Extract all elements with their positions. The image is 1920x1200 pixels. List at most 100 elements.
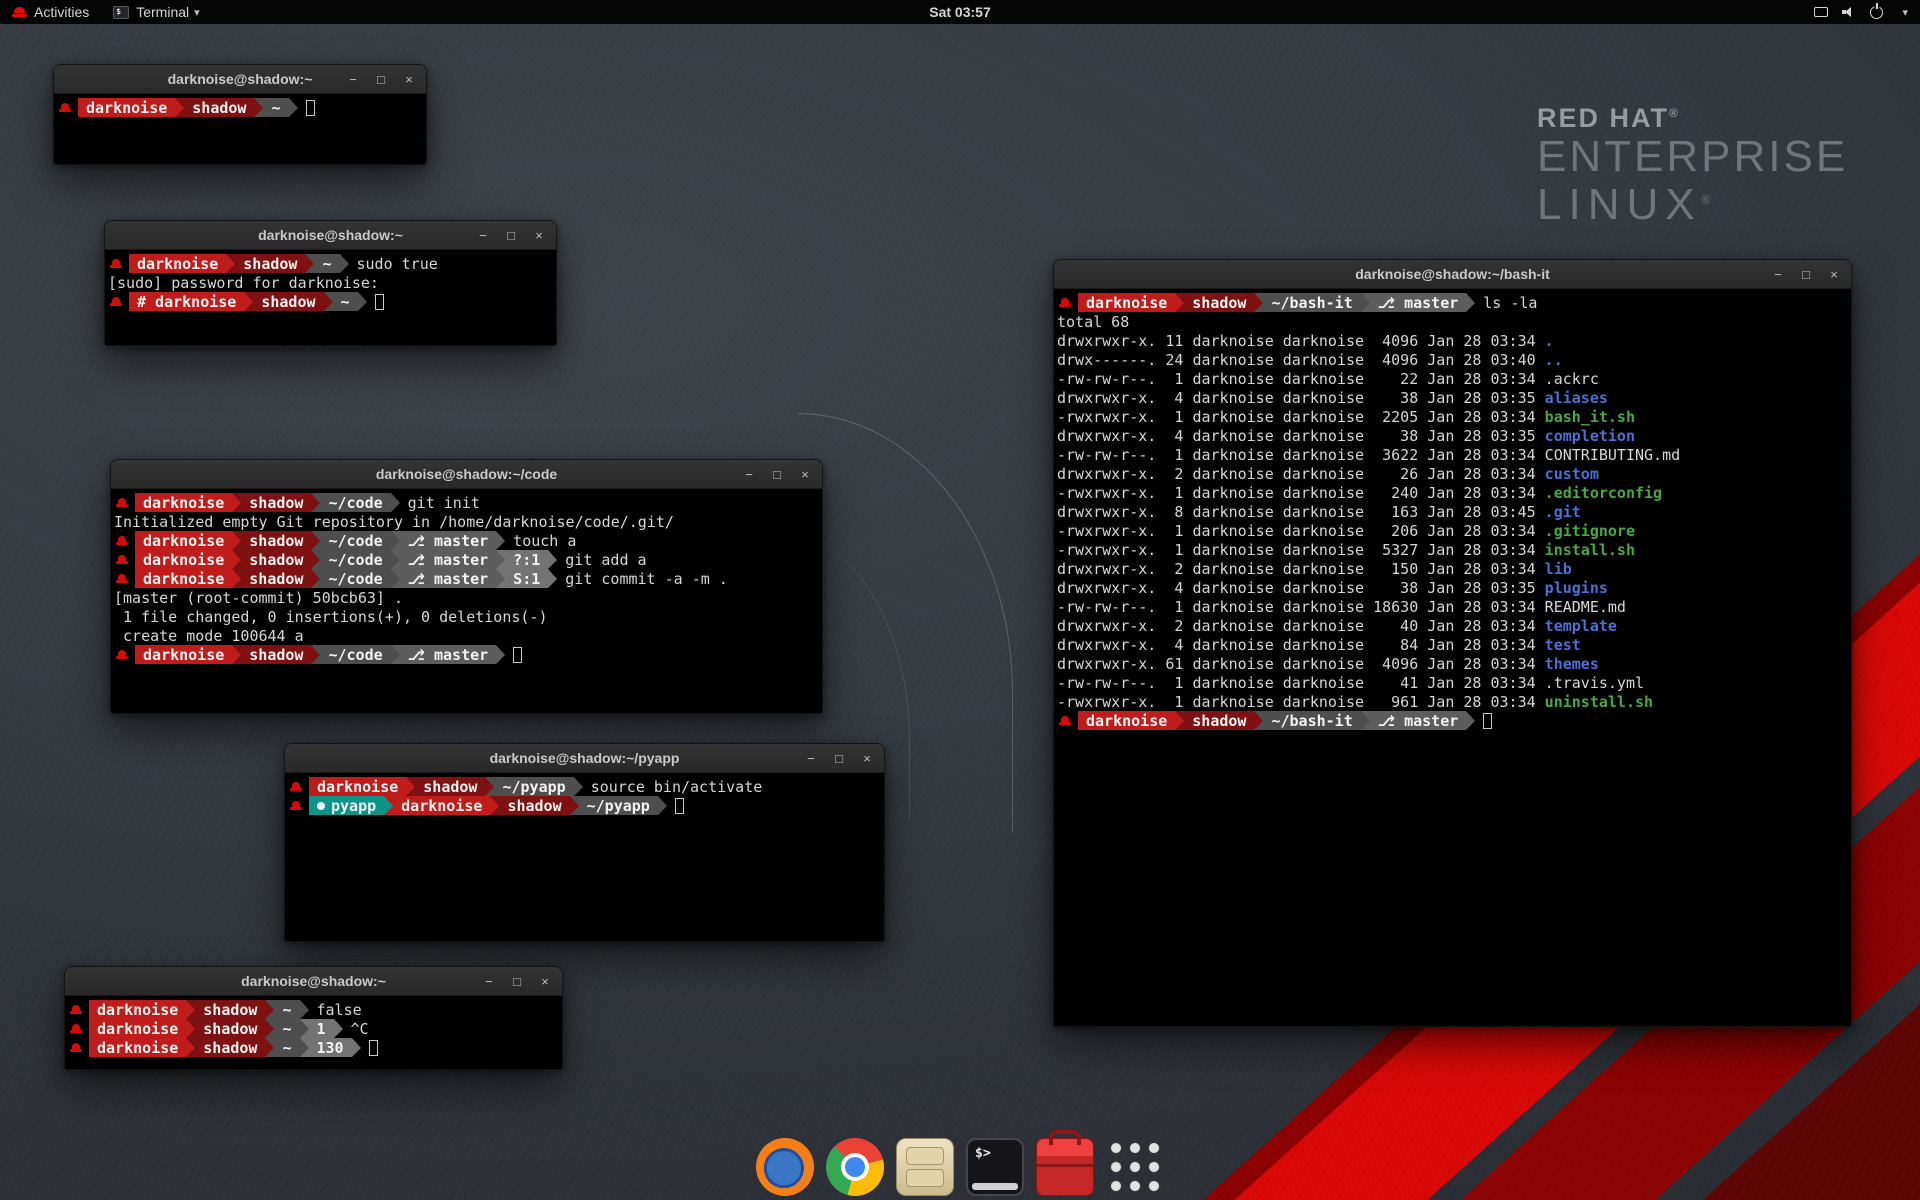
- prompt-segment-host: shadow: [241, 645, 311, 664]
- window-controls: −□ ×: [742, 460, 812, 489]
- powerline-separator: [300, 1019, 309, 1038]
- prompt-segment-user: darknoise: [78, 98, 175, 117]
- prompt-segment-status: ?:1: [505, 550, 548, 569]
- output-text: drwxrwxr-x. 4 darknoise darknoise 38 Jan…: [1057, 389, 1545, 407]
- powerline-separator: [1254, 711, 1263, 730]
- prompt-segment-git: ⎇ master: [400, 531, 497, 550]
- close-button[interactable]: ×: [538, 967, 552, 996]
- prompt-segment-host: shadow: [235, 254, 305, 273]
- prompt-segment-path: ~/code: [320, 550, 390, 569]
- powerline-separator: [496, 645, 505, 664]
- firefox-icon[interactable]: [756, 1138, 814, 1196]
- terminal-line: darknoiseshadow~/code⎇ masterS:1git comm…: [114, 569, 819, 588]
- prompt-segment-path: ~/code: [320, 569, 390, 588]
- prompt-segment-user: darknoise: [89, 1000, 186, 1019]
- command-text: source bin/activate: [583, 778, 763, 796]
- prompt-segment-path: ~: [314, 254, 339, 273]
- chrome-icon[interactable]: [826, 1138, 884, 1196]
- terminal-icon[interactable]: [966, 1138, 1024, 1196]
- minimize-button[interactable]: −: [804, 744, 818, 773]
- powerline-separator: [265, 1000, 274, 1019]
- minimize-button[interactable]: −: [1771, 260, 1785, 289]
- rhel-logo-line3: LINUX®: [1537, 181, 1848, 229]
- terminal-body[interactable]: darknoiseshadow~/pyappsource bin/activat…: [285, 773, 884, 941]
- terminal-body[interactable]: darknoiseshadow~sudo true[sudo] password…: [105, 250, 556, 345]
- close-button[interactable]: ×: [532, 221, 546, 250]
- maximize-button[interactable]: □: [770, 460, 784, 489]
- prompt-segment-user: darknoise: [89, 1019, 186, 1038]
- redhat-prompt-icon: [110, 297, 122, 306]
- redhat-prompt-icon: [70, 1024, 82, 1033]
- powerline-separator: [352, 1038, 361, 1057]
- window-controls: −□ ×: [482, 967, 552, 996]
- output-text: drwxrwxr-x. 8 darknoise darknoise 163 Ja…: [1057, 503, 1545, 521]
- output-text: total 68: [1057, 313, 1129, 331]
- display-icon[interactable]: [1814, 7, 1828, 17]
- terminal-body[interactable]: darknoiseshadow~/bash-it⎇ masterls -lato…: [1054, 289, 1851, 1026]
- terminal-body[interactable]: darknoiseshadow~: [54, 94, 426, 164]
- terminal-line: -rw-rw-r--. 1 darknoise darknoise 18630 …: [1057, 597, 1848, 616]
- window-titlebar[interactable]: darknoise@shadow:~/code−□×: [111, 460, 822, 489]
- prompt-segment-host: shadow: [253, 292, 323, 311]
- toolbox-icon[interactable]: [1036, 1138, 1094, 1196]
- terminal-body[interactable]: darknoiseshadow~/codegit initInitialized…: [111, 489, 822, 713]
- prompt-segment-path: ~: [263, 98, 288, 117]
- chevron-down-icon[interactable]: ▾: [1902, 6, 1908, 19]
- maximize-button[interactable]: □: [504, 221, 518, 250]
- window-titlebar[interactable]: darknoise@shadow:~−□×: [65, 967, 562, 996]
- prompt-segment-host: shadow: [195, 1000, 265, 1019]
- powerline-separator: [175, 98, 184, 117]
- terminal-line: darknoiseshadow~/bash-it⎇ master: [1057, 711, 1848, 730]
- output-text: -rwxrwxr-x. 1 darknoise darknoise 206 Ja…: [1057, 522, 1545, 540]
- window-titlebar[interactable]: darknoise@shadow:~/pyapp−□ ×: [285, 744, 884, 773]
- terminal-window: darknoise@shadow:~/code−□×darknoiseshado…: [110, 459, 823, 714]
- prompt-segment-host: shadow: [499, 796, 569, 815]
- minimize-button[interactable]: −: [742, 460, 756, 489]
- maximize-button[interactable]: □: [1799, 260, 1813, 289]
- minimize-button[interactable]: −: [476, 221, 490, 250]
- maximize-button[interactable]: □: [510, 967, 524, 996]
- prompt-segment-user: darknoise: [135, 493, 232, 512]
- output-text: .ackrc: [1545, 370, 1599, 388]
- close-button[interactable]: ×: [402, 65, 416, 94]
- clock[interactable]: Sat 03:57: [0, 4, 1920, 20]
- output-text: Initialized empty Git repository in /hom…: [114, 513, 674, 531]
- app-grid-icon[interactable]: [1106, 1138, 1164, 1196]
- window-titlebar[interactable]: darknoise@shadow:~−□×: [105, 221, 556, 250]
- output-text: ..: [1545, 351, 1563, 369]
- terminal-line: drwx------. 24 darknoise darknoise 4096 …: [1057, 350, 1848, 369]
- powerline-separator: [334, 1019, 343, 1038]
- powerline-separator: [658, 796, 667, 815]
- powerline-separator: [548, 550, 557, 569]
- command-text: touch a: [505, 532, 576, 550]
- output-text: -rwxrwxr-x. 1 darknoise darknoise 961 Ja…: [1057, 693, 1545, 711]
- prompt-segment-git: ⎇ master: [400, 550, 497, 569]
- powerline-separator: [391, 531, 400, 550]
- output-text: drwxrwxr-x. 2 darknoise darknoise 26 Jan…: [1057, 465, 1545, 483]
- output-text: .: [1545, 332, 1554, 350]
- window-titlebar[interactable]: darknoise@shadow:~−□×: [54, 65, 426, 94]
- output-text: .gitignore: [1545, 522, 1635, 540]
- files-icon[interactable]: [896, 1138, 954, 1196]
- terminal-body[interactable]: darknoiseshadow~falsedarknoiseshadow~1^C…: [65, 996, 562, 1069]
- window-title: darknoise@shadow:~/pyapp: [285, 744, 884, 773]
- close-button[interactable]: ×: [798, 460, 812, 489]
- prompt-segment-git: ⎇ master: [400, 569, 497, 588]
- terminal-line: drwxrwxr-x. 61 darknoise darknoise 4096 …: [1057, 654, 1848, 673]
- window-titlebar[interactable]: darknoise@shadow:~/bash-it−□×: [1054, 260, 1851, 289]
- maximize-button[interactable]: □: [374, 65, 388, 94]
- close-button[interactable]: ×: [1827, 260, 1841, 289]
- minimize-button[interactable]: −: [346, 65, 360, 94]
- powerline-separator: [324, 292, 333, 311]
- system-status-area[interactable]: ▾: [1814, 6, 1920, 19]
- close-button[interactable]: ×: [860, 744, 874, 773]
- maximize-button[interactable]: □: [832, 744, 846, 773]
- minimize-button[interactable]: −: [482, 967, 496, 996]
- redhat-prompt-icon: [70, 1043, 82, 1052]
- prompt-segment-path: ~/bash-it: [1263, 293, 1360, 312]
- volume-icon[interactable]: [1842, 6, 1856, 18]
- terminal-window: darknoise@shadow:~−□×darknoiseshadow~fal…: [64, 966, 563, 1070]
- power-icon[interactable]: [1870, 6, 1883, 19]
- prompt-segment-path: ~/code: [320, 645, 390, 664]
- terminal-window: darknoise@shadow:~/bash-it−□×darknoisesh…: [1053, 259, 1852, 1027]
